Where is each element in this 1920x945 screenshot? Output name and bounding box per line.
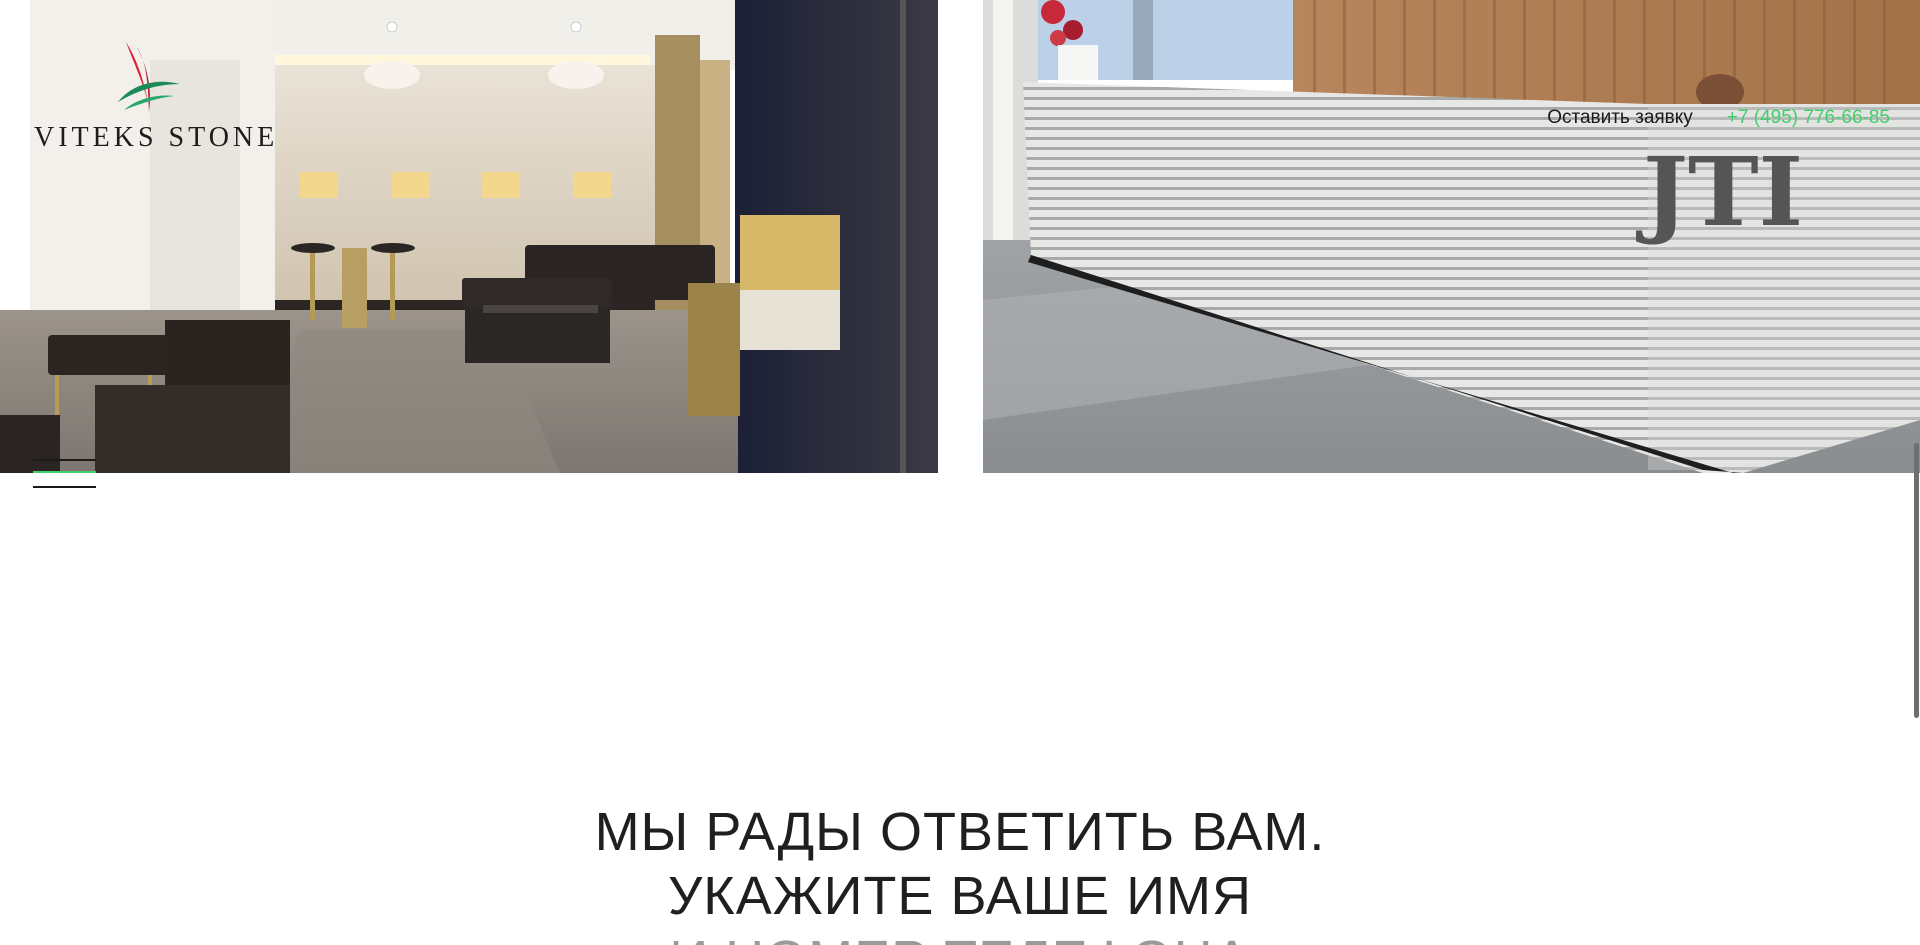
- burger-line-accent: [33, 471, 96, 473]
- cta-line-1: МЫ РАДЫ ОТВЕТИТЬ ВАМ.: [594, 801, 1326, 862]
- cta-line-2: УКАЖИТЕ ВАШЕ ИМЯ: [667, 865, 1252, 926]
- page: JTI VITEKS STONE Оставить заявку +7 (495…: [0, 0, 1920, 945]
- phone-link[interactable]: +7 (495) 776-66-85: [1727, 107, 1890, 129]
- scrollbar-thumb[interactable]: [1914, 443, 1919, 718]
- cta-heading: МЫ РАДЫ ОТВЕТИТЬ ВАМ. УКАЖИТЕ ВАШЕ ИМЯ И…: [0, 800, 1920, 945]
- logo-text: VITEKS STONE: [34, 122, 279, 153]
- reception-desk-photo: JTI: [983, 0, 1920, 473]
- burger-line: [33, 459, 96, 461]
- cta-line-3: И НОМЕР ТЕЛЕФОНА: [0, 928, 1920, 945]
- burger-menu-icon[interactable]: [33, 455, 96, 489]
- brand-logo[interactable]: VITEKS STONE: [34, 40, 279, 160]
- header-links: Оставить заявку +7 (495) 776-66-85: [1547, 107, 1890, 129]
- request-link[interactable]: Оставить заявку: [1547, 107, 1693, 129]
- burger-line: [33, 486, 96, 488]
- logo-mark-icon: [118, 42, 180, 112]
- svg-text:JTI: JTI: [1636, 137, 1803, 248]
